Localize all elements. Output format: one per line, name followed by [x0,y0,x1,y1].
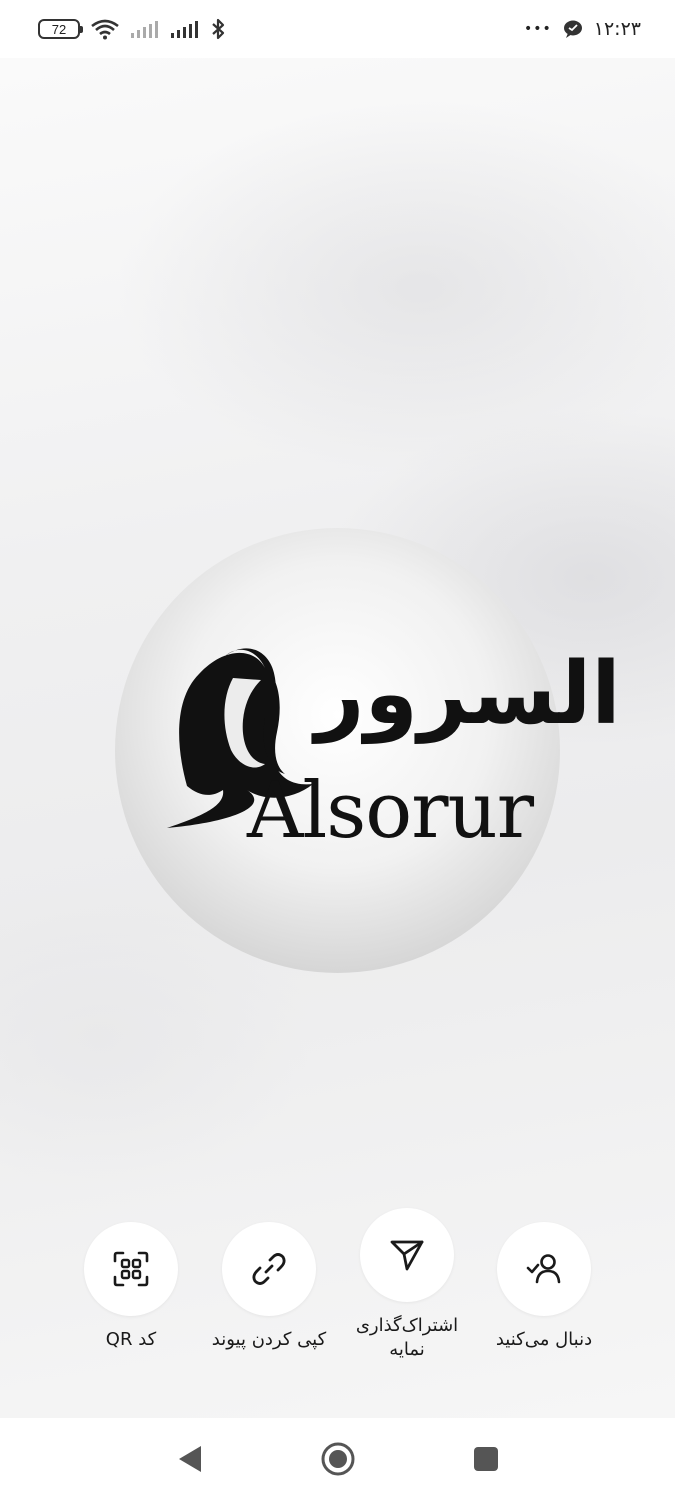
logo-latin-text: Alsorur [247,766,534,856]
bluetooth-icon [210,17,226,41]
qr-code-circle[interactable] [84,1222,178,1316]
battery-indicator: 72 [38,19,83,39]
copy-link-button[interactable]: کپی کردن پیوند [194,1222,344,1352]
home-icon[interactable] [318,1439,358,1479]
share-profile-button[interactable]: اشتراک‌گذاری نمایه [332,1208,482,1362]
qr-code-button[interactable]: کد QR [56,1222,206,1352]
status-right: ••• ۱۲:۲۳ [524,18,641,40]
share-profile-circle[interactable] [360,1208,454,1302]
following-circle[interactable] [497,1222,591,1316]
following-button[interactable]: دنبال می‌کنید [469,1222,619,1352]
copy-link-label: کپی کردن پیوند [211,1329,327,1350]
profile-logo: السرور Alsorur [115,528,621,973]
chat-bubble-icon [562,18,584,40]
following-label: دنبال می‌کنید [495,1329,593,1350]
copy-link-circle[interactable] [222,1222,316,1316]
recents-icon[interactable] [466,1439,506,1479]
clock: ۱۲:۲۳ [593,18,641,40]
signal-icon [130,19,160,39]
link-icon [252,1253,286,1285]
status-left: 72 [38,17,226,41]
qr-code-label: کد QR [105,1329,157,1350]
qr-code-icon [113,1251,149,1287]
headscarf-logo-icon [167,648,313,828]
send-icon [390,1240,424,1271]
user-check-icon [526,1254,561,1284]
status-bar: 72 ••• ۱۲:۲۳ [0,0,675,58]
share-profile-label: اشتراک‌گذاری نمایه [355,1315,459,1360]
logo-arabic-text: السرور [315,644,621,744]
signal-icon [170,19,200,39]
more-indicator: ••• [523,21,552,37]
share-actions: کد QR کپی کردن پیوند اشتراک‌گذاری نمایه [0,1208,675,1378]
system-nav-bar [0,1418,675,1500]
wifi-icon [90,18,120,40]
back-icon[interactable] [170,1439,210,1479]
